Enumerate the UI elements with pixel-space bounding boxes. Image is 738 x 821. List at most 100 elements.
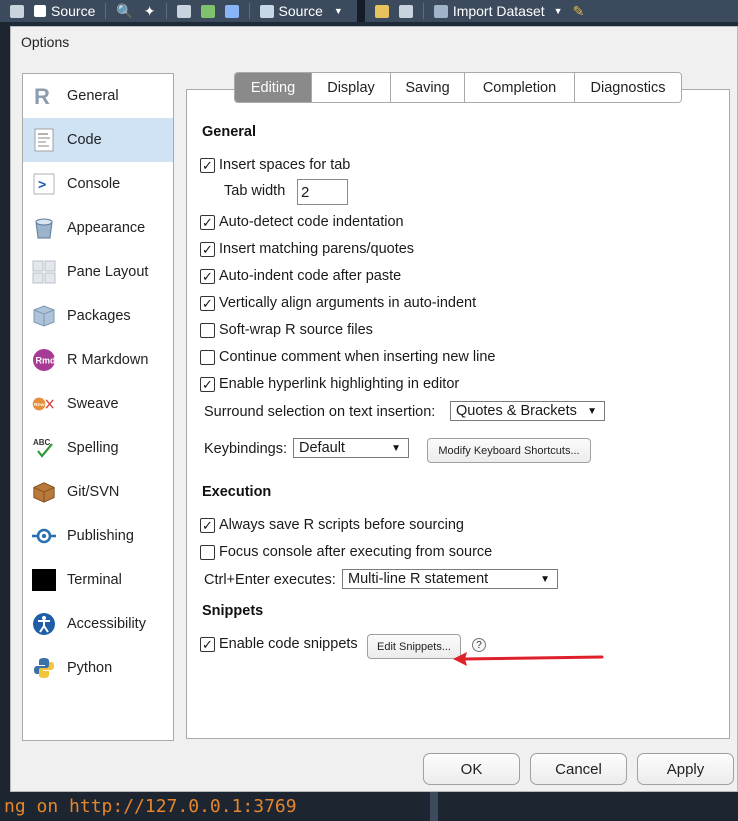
import-dataset-label: Import Dataset [452, 3, 545, 19]
source-button[interactable]: Source ▼ [259, 3, 343, 19]
insert-spaces-checkbox-row[interactable]: ✓ Insert spaces for tab [200, 157, 350, 173]
sidebar-item-general[interactable]: R General [23, 74, 173, 118]
annotation-arrow [453, 652, 604, 666]
sidebar-item-accessibility[interactable]: Accessibility [23, 602, 173, 646]
sidebar-label: Python [67, 660, 113, 676]
always-save-checkbox-row[interactable]: ✓ Always save R scripts before sourcing [200, 517, 464, 533]
sidebar-label: Console [67, 176, 121, 192]
open-folder-icon[interactable] [374, 4, 389, 18]
soft-wrap-checkbox-row[interactable]: Soft-wrap R source files [200, 322, 373, 338]
sidebar-item-console[interactable]: > Console [23, 162, 173, 206]
sidebar-label: General [67, 88, 119, 104]
import-dataset-button[interactable]: Import Dataset ▼ [433, 3, 563, 19]
always-save-label: Always save R scripts before sourcing [219, 517, 464, 533]
pane-layout-icon [32, 260, 56, 284]
svg-text:Rmd: Rmd [36, 356, 56, 366]
auto-indent-checkbox[interactable]: ✓ [200, 268, 215, 284]
modify-shortcuts-button[interactable]: Modify Keyboard Shortcuts... [427, 438, 591, 463]
sidebar-item-code[interactable]: Code [23, 118, 173, 162]
keybindings-select[interactable]: Default ▼ [293, 438, 409, 458]
sidebar-item-git-svn[interactable]: Git/SVN [23, 470, 173, 514]
ctrl-enter-label: Ctrl+Enter executes: [204, 572, 336, 588]
rerun-icon[interactable] [224, 4, 239, 18]
broom-icon[interactable]: ✎ [573, 3, 585, 20]
section-snippets-title: Snippets [202, 603, 264, 619]
git-box-icon [32, 480, 56, 504]
sidebar-item-terminal[interactable]: Terminal [23, 558, 173, 602]
matching-parens-checkbox[interactable]: ✓ [200, 241, 215, 257]
ctrl-enter-select[interactable]: Multi-line R statement ▼ [342, 569, 558, 589]
console-prompt-icon: > [32, 172, 56, 196]
always-save-checkbox[interactable]: ✓ [200, 517, 215, 533]
wand-icon[interactable]: ✦ [144, 3, 156, 20]
sidebar-label: Code [67, 132, 102, 148]
sidebar-item-spelling[interactable]: ABC Spelling [23, 426, 173, 470]
sweave-icon: Rnw [32, 392, 56, 416]
python-icon [32, 656, 56, 680]
soft-wrap-label: Soft-wrap R source files [219, 322, 373, 338]
hyperlink-checkbox[interactable]: ✓ [200, 376, 215, 392]
cancel-button[interactable]: Cancel [530, 753, 627, 785]
svg-text:R: R [34, 84, 50, 108]
auto-detect-checkbox-row[interactable]: ✓ Auto-detect code indentation [200, 214, 404, 230]
sidebar-item-publishing[interactable]: Publishing [23, 514, 173, 558]
auto-indent-checkbox-row[interactable]: ✓ Auto-indent code after paste [200, 268, 401, 284]
enable-snippets-label: Enable code snippets [219, 636, 358, 652]
enable-snippets-checkbox[interactable]: ✓ [200, 636, 215, 652]
sidebar-item-pane-layout[interactable]: Pane Layout [23, 250, 173, 294]
vertical-align-checkbox[interactable]: ✓ [200, 295, 215, 311]
accessibility-icon [32, 612, 56, 636]
section-general-title: General [202, 124, 256, 140]
vertical-align-checkbox-row[interactable]: ✓ Vertically align arguments in auto-ind… [200, 295, 476, 311]
tab-display[interactable]: Display [312, 73, 391, 102]
spelling-abc-icon: ABC [32, 436, 56, 460]
surround-select[interactable]: Quotes & Brackets ▼ [450, 401, 605, 421]
run-icon[interactable] [200, 4, 215, 18]
sidebar-item-appearance[interactable]: Appearance [23, 206, 173, 250]
background-console: ng on http://127.0.0.1:3769 [0, 792, 738, 821]
ok-button[interactable]: OK [423, 753, 520, 785]
apply-button[interactable]: Apply [637, 753, 734, 785]
tab-diagnostics[interactable]: Diagnostics [575, 73, 681, 102]
enable-snippets-checkbox-row[interactable]: ✓ Enable code snippets [200, 636, 358, 652]
tab-editing[interactable]: Editing [235, 73, 312, 102]
matching-parens-checkbox-row[interactable]: ✓ Insert matching parens/quotes [200, 241, 414, 257]
tab-width-label: Tab width [224, 183, 286, 199]
terminal-icon [32, 568, 56, 592]
sidebar-label: Sweave [67, 396, 119, 412]
sidebar-item-python[interactable]: Python [23, 646, 173, 690]
package-box-icon [32, 304, 56, 328]
tab-width-input[interactable]: 2 [297, 179, 348, 205]
hyperlink-checkbox-row[interactable]: ✓ Enable hyperlink highlighting in edito… [200, 376, 459, 392]
insert-spaces-checkbox[interactable]: ✓ [200, 157, 215, 173]
source-on-save[interactable]: Source [34, 3, 95, 19]
insert-spaces-label: Insert spaces for tab [219, 157, 351, 173]
console-output: ng on http://127.0.0.1:3769 [4, 796, 297, 817]
find-icon[interactable]: 🔍 [116, 3, 133, 20]
continue-comment-checkbox[interactable] [200, 349, 215, 365]
auto-detect-checkbox[interactable]: ✓ [200, 214, 215, 230]
sidebar-item-sweave[interactable]: Rnw Sweave [23, 382, 173, 426]
sidebar-item-packages[interactable]: Packages [23, 294, 173, 338]
focus-console-checkbox-row[interactable]: Focus console after executing from sourc… [200, 544, 492, 560]
svg-text:Rnw: Rnw [34, 402, 45, 408]
soft-wrap-checkbox[interactable] [200, 322, 215, 338]
compile-report-icon[interactable] [176, 4, 191, 18]
sidebar-item-r-markdown[interactable]: Rmd R Markdown [23, 338, 173, 382]
focus-console-label: Focus console after executing from sourc… [219, 544, 493, 560]
tab-saving[interactable]: Saving [391, 73, 465, 102]
edit-snippets-button[interactable]: Edit Snippets... [367, 634, 461, 659]
continue-comment-checkbox-row[interactable]: Continue comment when inserting new line [200, 349, 495, 365]
sidebar-label: Packages [67, 308, 131, 324]
background-editor-strip [0, 22, 10, 792]
sidebar-label: Pane Layout [67, 264, 149, 280]
tab-completion[interactable]: Completion [465, 73, 575, 102]
auto-indent-label: Auto-indent code after paste [219, 268, 402, 284]
chevron-down-icon: ▼ [587, 405, 597, 417]
focus-console-checkbox[interactable] [200, 544, 215, 560]
save-workspace-icon[interactable] [398, 4, 413, 18]
save-icon[interactable] [10, 4, 24, 18]
ctrl-enter-select-value: Multi-line R statement [348, 571, 489, 587]
chevron-down-icon: ▼ [540, 573, 550, 585]
options-sidebar: R General Code > Console Appearance Pane… [22, 73, 174, 741]
